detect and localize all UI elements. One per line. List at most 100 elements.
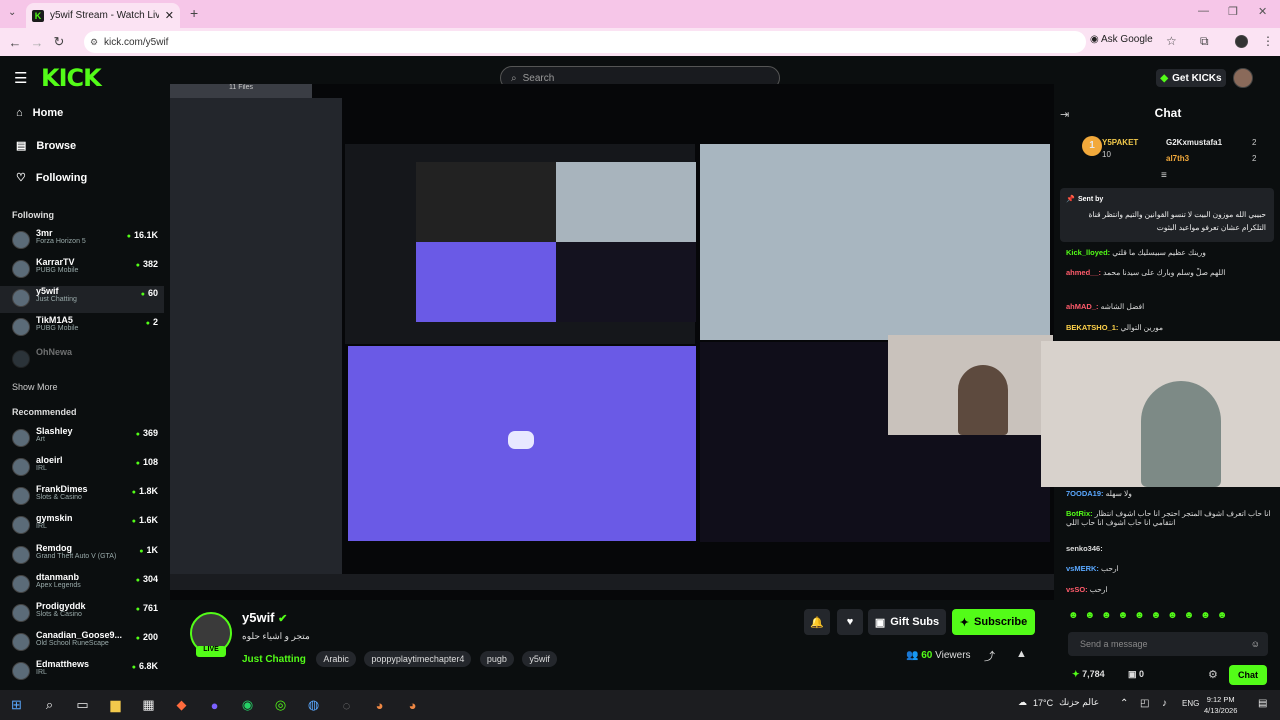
url-field[interactable]: ⚙ kick.com/y5wif <box>84 31 1086 53</box>
chat-username[interactable]: ahmed__: <box>1066 268 1101 277</box>
ask-google-button[interactable]: ◉ Ask Google <box>1090 34 1153 45</box>
forward-icon[interactable]: → <box>26 35 48 50</box>
gifter-count: 2 <box>1252 154 1257 163</box>
recommended-channel[interactable]: Slashley Art 369 <box>0 426 164 453</box>
sidebar-item-home[interactable]: ⌂ Home <box>16 107 63 119</box>
new-tab-icon[interactable]: + <box>190 5 198 21</box>
share-icon[interactable]: ⤴ <box>984 648 995 664</box>
following-channel-offline[interactable]: OhNewa <box>0 347 164 374</box>
recommended-channel[interactable]: aloeirl IRL 108 <box>0 455 164 482</box>
calculator-icon[interactable]: ▦ <box>132 690 165 720</box>
window-close-icon[interactable]: ✕ <box>1258 5 1267 18</box>
recommended-channel[interactable]: FrankDimes Slots & Casino 1.8K <box>0 484 164 511</box>
chat-input[interactable]: Send a message ☺ <box>1068 632 1268 656</box>
following-channel-tikm1a5[interactable]: TikM1A5 PUBG Mobile 2 <box>0 315 164 342</box>
brave-icon[interactable]: ◆ <box>165 690 198 720</box>
show-more-link[interactable]: Show More <box>12 382 58 392</box>
tag-chip[interactable]: pugb <box>479 651 514 667</box>
weather-widget[interactable]: ☁ 17°C عالم حزنك <box>1018 697 1099 708</box>
emote-bar[interactable]: ☻☻☻☻☻☻☻☻☻☻ <box>1068 610 1268 622</box>
expand-gifters-icon[interactable]: ≡ <box>1161 170 1167 181</box>
volume-icon[interactable]: ♪ <box>1162 698 1167 709</box>
chrome-icon[interactable]: ◕ <box>396 690 429 720</box>
site-info-icon[interactable]: ⚙ <box>90 37 98 48</box>
follow-button[interactable]: ♥ <box>837 609 863 635</box>
recommended-channel[interactable]: Canadian_Goose9... Old School RuneScape … <box>0 630 164 657</box>
tray-overflow-icon[interactable]: ⌃ <box>1120 698 1128 709</box>
top-gifter-name[interactable]: Y5PAKET <box>1102 138 1138 147</box>
sidebar: ⌂ Home ▤ Browse ♡ Following Following 3m… <box>0 100 168 690</box>
app-icon[interactable]: ◍ <box>297 690 330 720</box>
chat-username[interactable]: senko346: <box>1066 544 1103 553</box>
recommended-channel[interactable]: Edmatthews IRL 6.8K <box>0 659 164 686</box>
network-icon[interactable]: ◰ <box>1140 698 1149 709</box>
recommended-channel[interactable]: Remdog Grand Theft Auto V (GTA) 1K <box>0 543 164 570</box>
category-link[interactable]: Just Chatting <box>242 654 306 665</box>
language-indicator[interactable]: ENG <box>1182 699 1199 708</box>
chat-username[interactable]: vsMERK: <box>1066 564 1099 573</box>
subscribe-button[interactable]: ✦ Subscribe <box>952 609 1035 635</box>
recommended-channel[interactable]: dtanmanb Apex Legends 304 <box>0 572 164 599</box>
emoji-icon[interactable]: ☺ <box>1251 639 1260 649</box>
viewers-label: Viewers <box>935 650 971 661</box>
tab-search-icon[interactable]: ⌄ <box>8 7 16 18</box>
sidebar-item-browse[interactable]: ▤ Browse <box>16 139 76 153</box>
gifter-name[interactable]: al7th3 <box>1166 154 1189 163</box>
bookmark-star-icon[interactable]: ☆ <box>1166 34 1177 48</box>
gifter-rank-icon: 1 <box>1082 136 1102 156</box>
sidebar-item-following[interactable]: ♡ Following <box>16 171 88 185</box>
chat-username[interactable]: Kick_lloyed: <box>1066 248 1110 257</box>
discord-icon[interactable]: ● <box>198 690 231 720</box>
tag-chip[interactable]: poppyplaytimechapter4 <box>364 651 472 667</box>
chat-username[interactable]: vsSO: <box>1066 585 1088 594</box>
chrome-icon[interactable]: ◕ <box>363 690 396 720</box>
gift-subs-label: Gift Subs <box>890 616 940 628</box>
chat-username[interactable]: BEKATSHO_1: <box>1066 323 1118 332</box>
file-explorer-icon[interactable]: ▆ <box>99 690 132 720</box>
avatar <box>12 662 30 680</box>
kick-logo[interactable]: KICK <box>41 64 102 92</box>
sidebar-item-label: Following <box>35 171 88 184</box>
send-chat-button[interactable]: Chat <box>1229 665 1267 685</box>
following-channel-y5wif[interactable]: y5wif Just Chatting 60 <box>0 286 164 313</box>
chat-username[interactable]: ahMAD_: <box>1066 302 1099 311</box>
subs-counter[interactable]: ▣ 0 <box>1128 669 1144 680</box>
notifications-button[interactable]: 🔔 <box>804 609 830 635</box>
recommended-channel[interactable]: Prodigyddk Slots & Casino 761 <box>0 601 164 628</box>
tag-chip[interactable]: y5wif <box>522 651 557 667</box>
chat-username[interactable]: BotRix: <box>1066 509 1093 518</box>
get-kicks-button[interactable]: ◆ Get KICKs <box>1156 69 1226 87</box>
app-icon[interactable]: ◌ <box>330 690 363 720</box>
back-icon[interactable]: ← <box>4 35 26 50</box>
following-channel-3mr[interactable]: 3mr Forza Horizon 5 16.1K <box>0 228 164 255</box>
clock[interactable]: 9:12 PM 4/13/2026 <box>1204 694 1237 716</box>
chat-settings-icon[interactable]: ⚙ <box>1208 668 1218 681</box>
maximize-icon[interactable]: ❐ <box>1228 5 1238 18</box>
channel-name[interactable]: y5wif <box>242 610 275 625</box>
gifter-name[interactable]: G2Kxmustafa1 <box>1166 138 1222 147</box>
profile-avatar[interactable] <box>1235 35 1248 48</box>
chat-username[interactable]: 7OODA19: <box>1066 489 1104 498</box>
whatsapp-icon[interactable]: ◉ <box>231 690 264 720</box>
chat-message: ahMAD_: افضل الشاشه <box>1066 302 1272 311</box>
windows-start-icon[interactable]: ⊞ <box>0 690 33 720</box>
hamburger-menu-icon[interactable]: ☰ <box>14 69 27 87</box>
browser-tab[interactable]: K y5wif Stream - Watch Live on K ✕ <box>26 3 180 28</box>
app-icon[interactable]: ◎ <box>264 690 297 720</box>
report-icon[interactable]: ▲ <box>1016 648 1027 660</box>
gift-subs-button[interactable]: ▣ Gift Subs <box>868 609 946 635</box>
following-channel-karrartv[interactable]: KarrarTV PUBG Mobile 382 <box>0 257 164 284</box>
task-view-icon[interactable]: ▭ <box>66 690 99 720</box>
channel-points[interactable]: ✦ 7,784 <box>1072 669 1105 680</box>
extensions-icon[interactable]: ⧉ <box>1200 34 1209 49</box>
recommended-channel[interactable]: gymskin IRL 1.6K <box>0 513 164 540</box>
tag-chip[interactable]: Arabic <box>316 651 356 667</box>
notification-icon[interactable]: ▤ <box>1258 698 1267 709</box>
minimize-icon[interactable]: — <box>1198 5 1209 17</box>
search-icon[interactable]: ⌕ <box>33 690 66 720</box>
reload-icon[interactable]: ↻ <box>48 34 70 50</box>
browser-menu-icon[interactable]: ⋮ <box>1262 34 1274 48</box>
user-avatar[interactable] <box>1233 68 1253 88</box>
viewer-count: 60 <box>141 288 158 298</box>
tab-close-icon[interactable]: ✕ <box>165 9 174 22</box>
